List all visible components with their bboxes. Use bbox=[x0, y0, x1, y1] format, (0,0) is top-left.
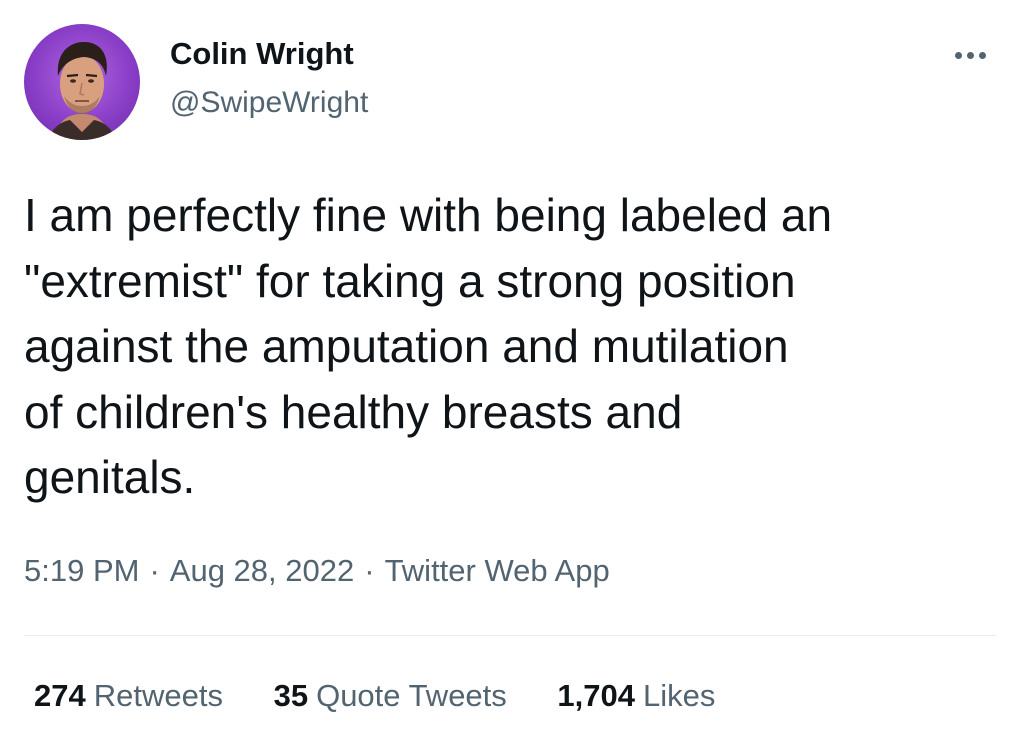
retweets-stat[interactable]: 274 Retweets bbox=[34, 678, 223, 714]
likes-label: Likes bbox=[643, 678, 716, 713]
user-handle[interactable]: @SwipeWright bbox=[170, 86, 368, 120]
tweet-text-line: against the amputation and mutilation bbox=[24, 320, 789, 372]
tweet-text-line: genitals. bbox=[24, 451, 196, 503]
divider bbox=[24, 635, 996, 636]
tweet-card: Colin Wright @SwipeWright I am perfectly… bbox=[0, 0, 1024, 736]
meta-separator: · bbox=[364, 553, 375, 588]
tweet-text-line: "extremist" for taking a strong position bbox=[24, 254, 796, 307]
likes-stat[interactable]: 1,704 Likes bbox=[557, 678, 715, 714]
more-options-button[interactable] bbox=[940, 38, 1000, 74]
avatar[interactable] bbox=[24, 24, 140, 140]
quote-tweets-label: Quote Tweets bbox=[316, 678, 507, 713]
avatar-portrait-image bbox=[48, 42, 116, 140]
more-horizontal-icon bbox=[955, 52, 962, 59]
tweet-metadata: 5:19 PM · Aug 28, 2022 · Twitter Web App bbox=[24, 553, 610, 589]
more-horizontal-icon-dot bbox=[967, 52, 974, 59]
tweet-text-line: I am perfectly fine with being labeled a… bbox=[24, 189, 833, 241]
tweet-source[interactable]: Twitter Web App bbox=[385, 553, 610, 588]
tweet-time[interactable]: 5:19 PM bbox=[24, 553, 139, 588]
engagement-stats: 274 Retweets 35 Quote Tweets 1,704 Likes bbox=[34, 678, 757, 714]
quote-tweets-stat[interactable]: 35 Quote Tweets bbox=[274, 678, 507, 714]
tweet-date[interactable]: Aug 28, 2022 bbox=[170, 553, 354, 588]
display-name[interactable]: Colin Wright bbox=[170, 36, 354, 72]
tweet-text: I am perfectly fine with being labeled a… bbox=[24, 183, 1014, 511]
more-horizontal-icon-dot bbox=[979, 52, 986, 59]
retweets-label: Retweets bbox=[93, 678, 223, 713]
quote-tweets-count: 35 bbox=[273, 678, 309, 713]
retweets-count: 274 bbox=[34, 678, 86, 713]
tweet-text-line: of children's healthy breasts and bbox=[24, 385, 683, 438]
meta-separator: · bbox=[149, 553, 160, 588]
likes-count: 1,704 bbox=[557, 678, 635, 713]
